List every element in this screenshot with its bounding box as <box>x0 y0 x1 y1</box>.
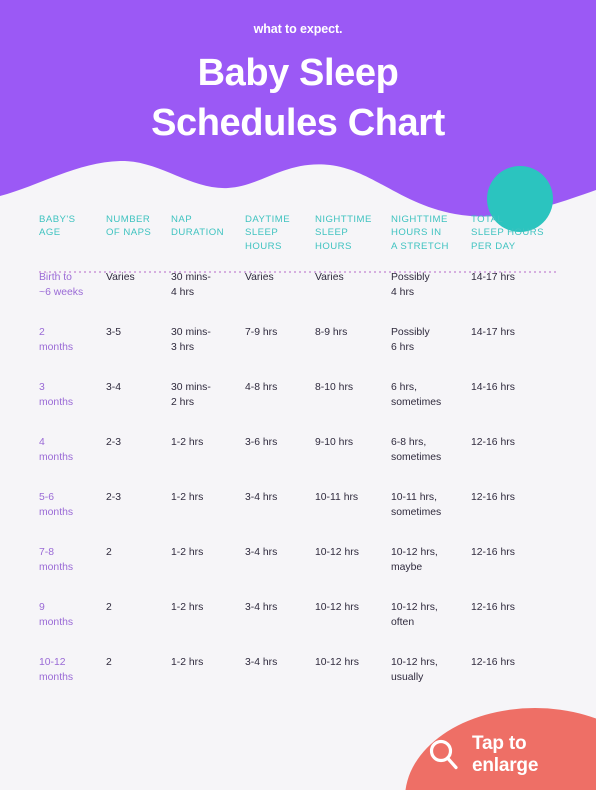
cell-nighttime-sleep: 10-12 hrs <box>315 602 359 613</box>
table-row: 3 months 3-4 30 mins- 2 hrs 4-8 hrs 8-10… <box>0 381 596 436</box>
cell-nighttime-sleep: 9-10 hrs <box>315 437 354 448</box>
cell-age: 9 months <box>39 602 74 628</box>
cell-total-sleep: 12-16 hrs <box>471 547 515 558</box>
page-title-line-1: Baby Sleep <box>197 52 399 94</box>
tap-to-enlarge-button[interactable]: Tap to enlarge <box>405 708 596 790</box>
cell-age: 4 months <box>39 437 74 463</box>
cell-number-of-naps: 3-5 <box>106 327 122 338</box>
column-header-total-sleep: TOTAL SLEEP HOURS PER DAY <box>471 214 545 252</box>
column-header-nighttime-sleep: NIGHTTIME SLEEP HOURS <box>315 214 372 252</box>
page-title-line-2: Schedules Chart <box>151 102 445 144</box>
cell-nap-duration: 1-2 hrs <box>171 492 204 503</box>
sleep-schedule-table: BABY'S AGE NUMBER OF NAPS NAP DURATION D… <box>0 213 596 711</box>
cell-nighttime-stretch: 10-12 hrs, often <box>391 602 438 628</box>
cell-age: 3 months <box>39 382 74 408</box>
cell-age: 7-8 months <box>39 547 74 573</box>
cell-nighttime-sleep: 8-9 hrs <box>315 327 348 338</box>
cell-total-sleep: 14-17 hrs <box>471 272 515 283</box>
cell-total-sleep: 14-17 hrs <box>471 327 515 338</box>
magnifier-icon <box>429 739 458 770</box>
table-row: 5-6 months 2-3 1-2 hrs 3-4 hrs 10-11 hrs… <box>0 491 596 546</box>
column-header-daytime-sleep: DAYTIME SLEEP HOURS <box>245 214 291 252</box>
table-row: 10-12 months 2 1-2 hrs 3-4 hrs 10-12 hrs… <box>0 656 596 711</box>
table-header-row: BABY'S AGE NUMBER OF NAPS NAP DURATION D… <box>0 213 596 273</box>
tap-to-enlarge-label: Tap to enlarge <box>472 733 539 776</box>
cell-nighttime-sleep: 10-12 hrs <box>315 547 359 558</box>
cell-nighttime-sleep: 8-10 hrs <box>315 382 354 393</box>
cell-number-of-naps: Varies <box>106 272 135 283</box>
cell-daytime-sleep: 4-8 hrs <box>245 382 278 393</box>
cell-nighttime-stretch: 10-12 hrs, maybe <box>391 547 438 573</box>
cell-daytime-sleep: 7-9 hrs <box>245 327 278 338</box>
cell-nap-duration: 1-2 hrs <box>171 547 204 558</box>
tap-to-enlarge-content: Tap to enlarge <box>427 733 538 777</box>
cell-daytime-sleep: Varies <box>245 272 274 283</box>
cell-total-sleep: 14-16 hrs <box>471 382 515 393</box>
cell-total-sleep: 12-16 hrs <box>471 602 515 613</box>
table-row: 4 months 2-3 1-2 hrs 3-6 hrs 9-10 hrs 6-… <box>0 436 596 491</box>
cell-total-sleep: 12-16 hrs <box>471 437 515 448</box>
cell-nap-duration: 1-2 hrs <box>171 657 204 668</box>
cell-nighttime-stretch: 6-8 hrs, sometimes <box>391 437 442 463</box>
cell-daytime-sleep: 3-4 hrs <box>245 657 278 668</box>
cell-nighttime-sleep: Varies <box>315 272 344 283</box>
cell-nap-duration: 1-2 hrs <box>171 602 204 613</box>
page-title: Baby Sleep Schedules Chart <box>0 48 596 148</box>
column-header-nap-duration: NAP DURATION <box>171 214 224 239</box>
cell-age: 10-12 months <box>39 657 74 683</box>
column-header-age: BABY'S AGE <box>39 214 76 239</box>
cell-nap-duration: 30 mins- 4 hrs <box>171 272 211 298</box>
brand-logo: what to expect. <box>253 22 343 36</box>
cell-number-of-naps: 2 <box>106 657 112 668</box>
cell-nighttime-sleep: 10-12 hrs <box>315 657 359 668</box>
cell-number-of-naps: 3-4 <box>106 382 122 393</box>
cell-nighttime-stretch: Possibly 6 hrs <box>391 327 430 353</box>
table-row: Birth to ~6 weeks Varies 30 mins- 4 hrs … <box>0 271 596 326</box>
table-row: 7-8 months 2 1-2 hrs 3-4 hrs 10-12 hrs 1… <box>0 546 596 601</box>
cell-nighttime-stretch: 10-11 hrs, sometimes <box>391 492 442 518</box>
cell-number-of-naps: 2 <box>106 547 112 558</box>
cell-age: Birth to ~6 weeks <box>39 272 84 298</box>
cell-daytime-sleep: 3-6 hrs <box>245 437 278 448</box>
cell-daytime-sleep: 3-4 hrs <box>245 602 278 613</box>
cell-number-of-naps: 2 <box>106 602 112 613</box>
cell-daytime-sleep: 3-4 hrs <box>245 547 278 558</box>
cell-number-of-naps: 2-3 <box>106 437 122 448</box>
cell-total-sleep: 12-16 hrs <box>471 657 515 668</box>
cell-nighttime-stretch: 10-12 hrs, usually <box>391 657 438 683</box>
cell-nap-duration: 30 mins- 2 hrs <box>171 382 211 408</box>
cell-daytime-sleep: 3-4 hrs <box>245 492 278 503</box>
cell-nap-duration: 1-2 hrs <box>171 437 204 448</box>
column-header-number-of-naps: NUMBER OF NAPS <box>106 214 152 239</box>
table-row: 9 months 2 1-2 hrs 3-4 hrs 10-12 hrs 10-… <box>0 601 596 656</box>
cell-age: 2 months <box>39 327 74 353</box>
cell-nighttime-stretch: 6 hrs, sometimes <box>391 382 442 408</box>
cell-age: 5-6 months <box>39 492 74 518</box>
table-row: 2 months 3-5 30 mins- 3 hrs 7-9 hrs 8-9 … <box>0 326 596 381</box>
infographic-root: what to expect. Baby Sleep Schedules Cha… <box>0 0 596 790</box>
cell-nap-duration: 30 mins- 3 hrs <box>171 327 211 353</box>
cell-total-sleep: 12-16 hrs <box>471 492 515 503</box>
cell-nighttime-stretch: Possibly 4 hrs <box>391 272 430 298</box>
column-header-nighttime-stretch: NIGHTTIME HOURS IN A STRETCH <box>391 214 449 252</box>
cell-nighttime-sleep: 10-11 hrs <box>315 492 359 503</box>
cell-number-of-naps: 2-3 <box>106 492 122 503</box>
